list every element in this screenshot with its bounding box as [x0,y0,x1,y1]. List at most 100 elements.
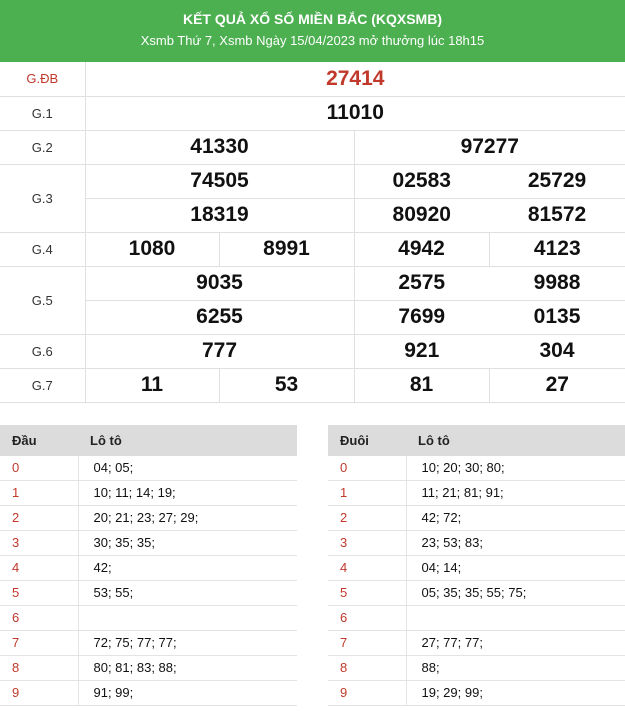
loto-values-cell: 23; 53; 83; [406,530,625,556]
results-table: G.ĐB 27414 G.1 11010 G.2 41330 97277 G.3… [0,62,625,403]
prize-number: 0135 [489,299,625,335]
prize-number: 921 [353,333,489,369]
digit-cell: 4 [0,555,79,581]
table-row: 4 42; [0,555,297,581]
prize-number: 74505 [84,163,355,199]
loto-values-cell: 72; 75; 77; 77; [78,630,297,656]
table-row: 7 72; 75; 77; 77; [0,630,297,656]
prize-label: G.2 [0,129,86,165]
prize-number: 27 [488,367,625,403]
table-row: 0 04; 05; [0,455,297,481]
prize-number: 27414 [84,62,625,97]
loto-values-cell: 42; 72; [406,505,625,531]
prize-number: 25729 [489,163,625,199]
digit-cell: 5 [0,580,79,606]
digit-cell: 7 [0,630,79,656]
prize-number: 02583 [353,163,489,199]
prize-label: G.5 [0,265,86,335]
digit-cell: 1 [328,480,407,506]
loto-values-cell: 05; 35; 35; 55; 75; [406,580,625,606]
prize-row-g5: G.5 9035 2575 9988 [0,265,625,335]
loto-values-cell: 04; 14; [406,555,625,581]
table-row: 3 30; 35; 35; [0,530,297,556]
prize-row-g2: G.2 41330 97277 [0,129,625,165]
prize-number: 9988 [489,265,625,301]
table-row: 7 27; 77; 77; [328,630,625,656]
prize-number: 777 [84,333,355,369]
prize-number: 80920 [353,197,489,233]
digit-cell: 2 [0,505,79,531]
prize-number: 81 [353,367,490,403]
loto-section: Đầu Lô tô 0 04; 05; 1 10; 11; 14; 19; 2 20; 2… [0,424,625,725]
loto-values-cell: 88; [406,655,625,681]
column-header-duoi: Đuôi [328,424,406,456]
digit-cell: 6 [0,605,79,631]
loto-values-cell [78,605,297,631]
prize-number: 53 [218,367,355,403]
prize-row-g6: G.6 777 921 304 [0,333,625,369]
loto-values-cell [406,605,625,631]
column-header-loto: Lô tô [406,424,625,456]
loto-values-cell: 10; 11; 14; 19; [78,480,297,506]
prize-row-g3: G.3 74505 02583 25729 [0,163,625,233]
loto-values-cell: 10; 20; 30; 80; [406,455,625,481]
prize-number: 2575 [353,265,489,301]
table-row: 3 23; 53; 83; [328,530,625,556]
table-row: 8 88; [328,655,625,681]
prize-label: G.3 [0,163,86,233]
digit-cell: 8 [0,655,79,681]
loto-values-cell: 53; 55; [78,580,297,606]
results-header: KẾT QUẢ XỔ SỐ MIỀN BẮC (KQXSMB) Xsmb Thứ… [0,0,625,62]
loto-values-cell: 91; 99; [78,680,297,706]
loto-values-cell: 04; 05; [78,455,297,481]
digit-cell: 4 [328,555,407,581]
prize-row-g5-2: 6255 7699 0135 [0,299,625,335]
table-row: 1 10; 11; 14; 19; [0,480,297,506]
table-row: 8 80; 81; 83; 88; [0,655,297,681]
table-row: 9 19; 29; 99; [328,680,625,706]
table-row: 2 42; 72; [328,505,625,531]
digit-cell: 0 [0,455,79,481]
prize-row-g7: G.7 11 53 81 27 [0,367,625,403]
prize-label: G.1 [0,95,86,131]
loto-values-cell: 42; [78,555,297,581]
table-row: 5 05; 35; 35; 55; 75; [328,580,625,606]
prize-number: 9035 [84,265,355,301]
prize-number: 4942 [353,231,490,267]
digit-cell: 3 [0,530,79,556]
prize-number: 18319 [85,197,355,233]
prize-number: 11 [84,367,220,403]
prize-number: 97277 [353,129,625,165]
prize-number: 41330 [84,129,355,165]
table-row: 1 11; 21; 81; 91; [328,480,625,506]
prize-number: 11010 [84,95,625,131]
digit-cell: 6 [328,605,407,631]
loto-values-cell: 80; 81; 83; 88; [78,655,297,681]
digit-cell: 7 [328,630,407,656]
prize-number: 6255 [85,299,355,335]
page-title: KẾT QUẢ XỔ SỐ MIỀN BẮC (KQXSMB) [182,11,442,27]
column-header-loto: Lô tô [78,424,297,456]
digit-cell: 0 [328,455,407,481]
digit-cell: 1 [0,480,79,506]
table-row: 4 04; 14; [328,555,625,581]
prize-number: 1080 [84,231,220,267]
prize-label: G.4 [0,231,86,267]
digit-cell: 3 [328,530,407,556]
table-row: 5 53; 55; [0,580,297,606]
loto-values-cell: 30; 35; 35; [78,530,297,556]
table-row: 6 [0,605,297,631]
digit-cell: 2 [328,505,407,531]
loto-values-cell: 11; 21; 81; 91; [406,480,625,506]
table-row: 0 10; 20; 30; 80; [328,455,625,481]
prize-label: G.ĐB [0,62,86,97]
prize-label: G.7 [0,367,86,403]
prize-number: 7699 [353,299,489,335]
loto-head-table: Đầu Lô tô 0 04; 05; 1 10; 11; 14; 19; 2 20; 2… [0,424,297,706]
loto-tail-table: Đuôi Lô tô 0 10; 20; 30; 80; 1 11; 21; 81; … [328,424,625,706]
prize-number: 8991 [218,231,355,267]
digit-cell: 5 [328,580,407,606]
digit-cell: 9 [0,680,79,706]
prize-number: 304 [489,333,625,369]
prize-row-special: G.ĐB 27414 [0,62,625,97]
